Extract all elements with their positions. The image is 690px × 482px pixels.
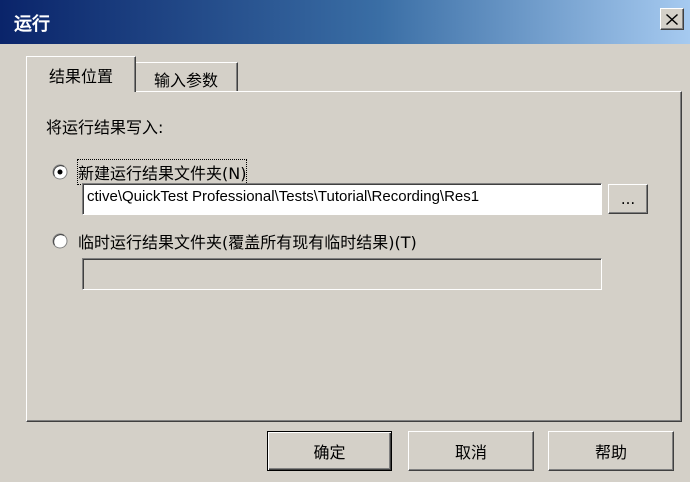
radio-new-results-folder[interactable]	[52, 164, 68, 180]
close-button[interactable]	[660, 8, 684, 30]
radio-selected-icon	[52, 164, 68, 180]
tab-panel	[26, 91, 682, 422]
tab-results-location[interactable]: 结果位置	[26, 56, 136, 94]
close-icon	[666, 13, 678, 25]
write-results-label: 将运行结果写入:	[46, 118, 164, 137]
window-title: 运行	[14, 14, 50, 35]
tab-label: 输入参数	[153, 70, 218, 90]
cancel-button[interactable]: 取消	[408, 431, 534, 471]
radio-temp-results-folder[interactable]	[52, 233, 68, 249]
temp-results-path-field[interactable]	[82, 258, 602, 290]
radio-unselected-icon	[52, 233, 68, 249]
help-button[interactable]: 帮助	[548, 431, 674, 471]
run-dialog: 运行 结果位置 输入参数 将运行结果写入: 新建运行结果文件夹(N) ctive…	[0, 0, 690, 482]
tab-label: 结果位置	[48, 66, 113, 86]
browse-button[interactable]: ...	[608, 184, 648, 214]
title-bar[interactable]: 运行	[0, 0, 690, 44]
temp-results-folder-label[interactable]: 临时运行结果文件夹(覆盖所有现有临时结果)(T)	[78, 229, 417, 253]
results-path-field[interactable]: ctive\QuickTest Professional\Tests\Tutor…	[82, 183, 602, 215]
ok-button[interactable]: 确定	[267, 431, 392, 471]
tab-join	[28, 91, 134, 94]
new-results-folder-label[interactable]: 新建运行结果文件夹(N)	[76, 159, 248, 185]
tab-input-parameters[interactable]: 输入参数	[134, 62, 238, 94]
